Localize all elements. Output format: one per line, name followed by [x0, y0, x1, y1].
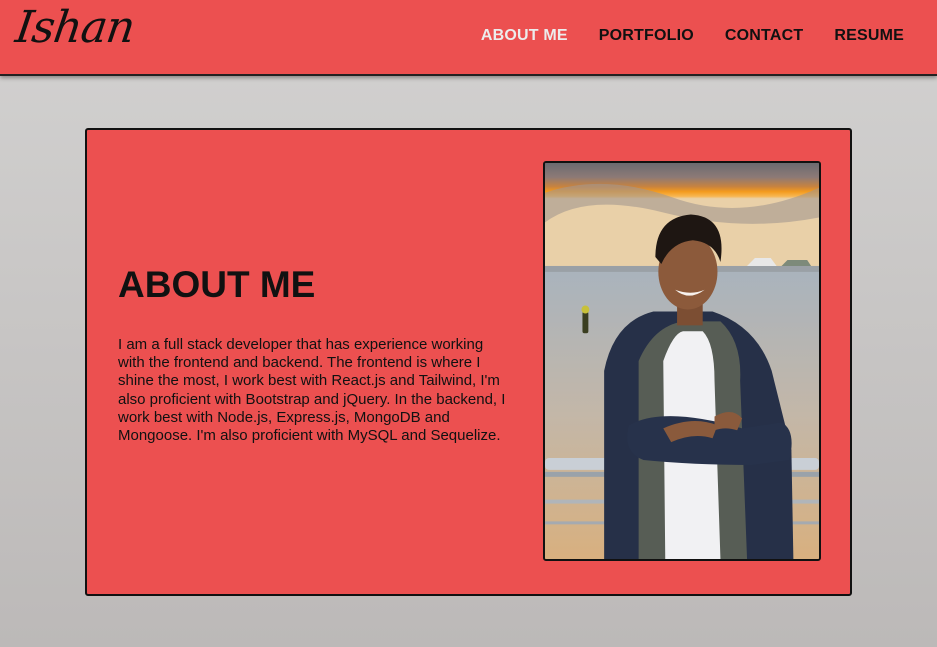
about-title: ABOUT ME — [118, 264, 316, 305]
nav-portfolio[interactable]: PORTFOLIO — [599, 27, 694, 45]
nav-about-me[interactable]: ABOUT ME — [481, 27, 568, 45]
about-card: ABOUT ME I am a full stack developer tha… — [85, 128, 852, 596]
profile-photo — [543, 161, 821, 561]
about-description: I am a full stack developer that has exp… — [118, 336, 506, 445]
nav-resume[interactable]: RESUME — [834, 27, 904, 45]
profile-photo-image — [545, 163, 819, 559]
site-header: Ishan ABOUT ME PORTFOLIO CONTACT RESUME — [0, 0, 937, 76]
site-logo[interactable]: Ishan — [12, 2, 137, 53]
nav-contact[interactable]: CONTACT — [725, 27, 803, 45]
main-nav: ABOUT ME PORTFOLIO CONTACT RESUME — [481, 27, 904, 45]
